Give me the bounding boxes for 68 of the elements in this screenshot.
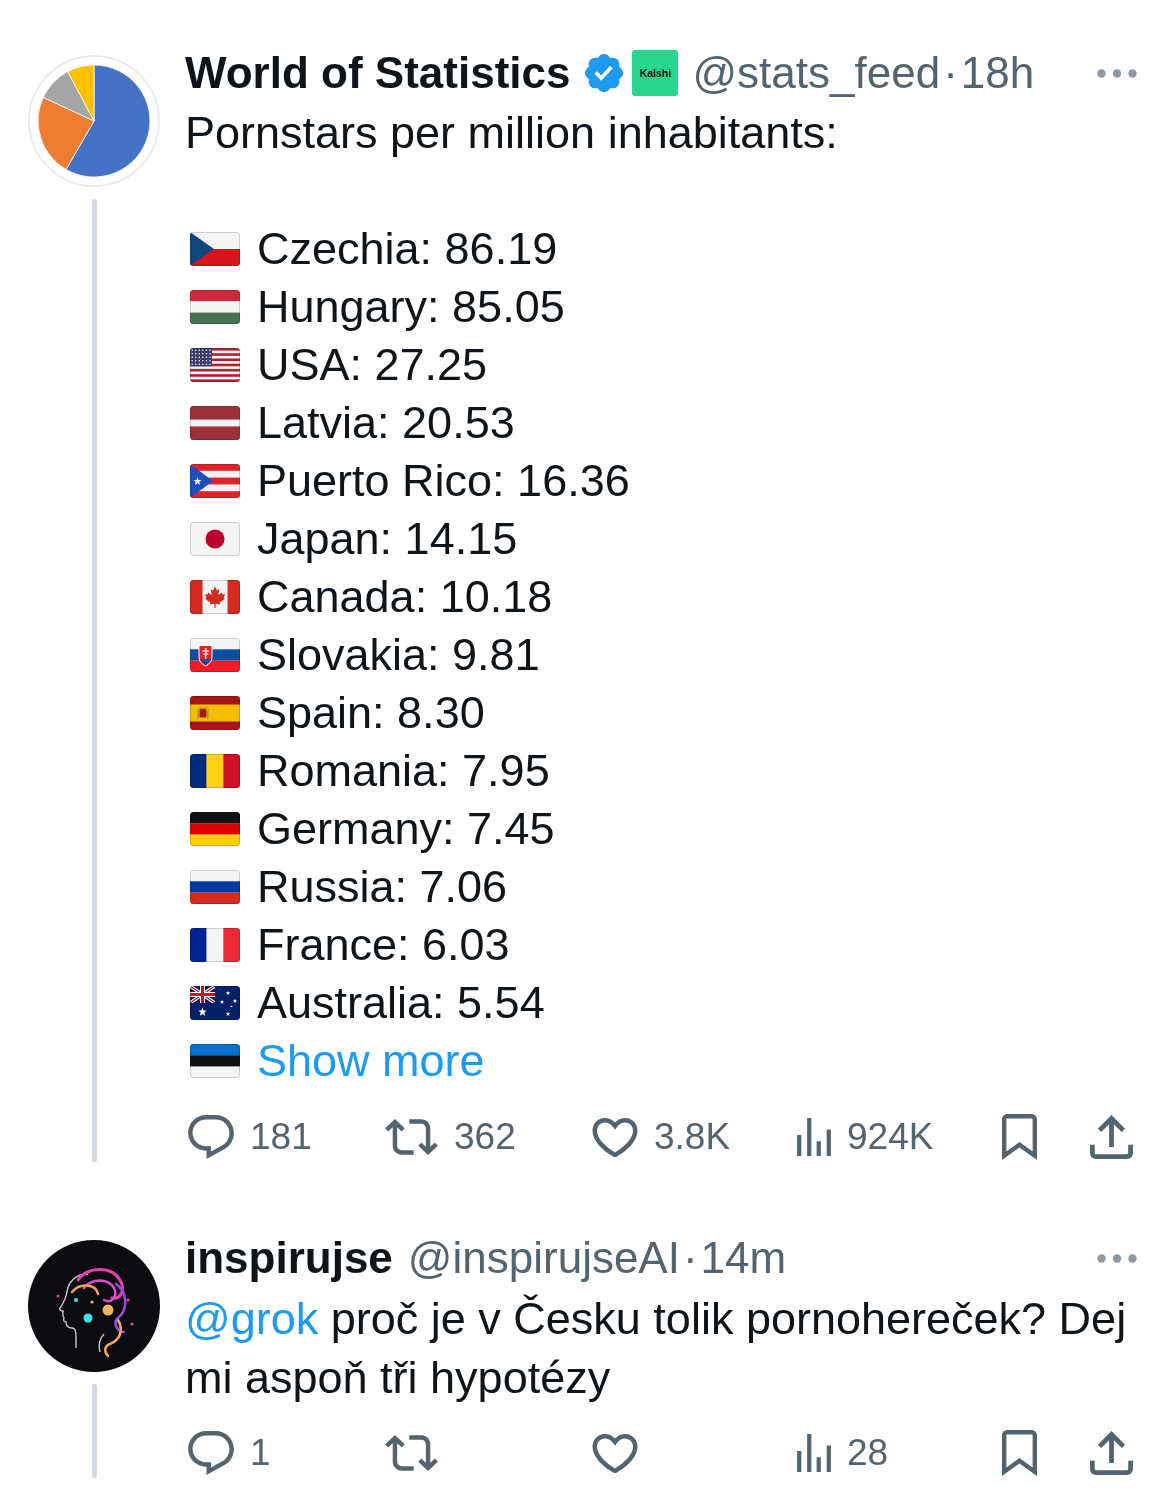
bar-chart-icon xyxy=(797,1118,831,1156)
pie-chart-avatar-drawing[interactable] xyxy=(28,55,160,187)
head-swirl-avatar-drawing[interactable] xyxy=(28,1240,160,1372)
share-button[interactable] xyxy=(1090,1115,1133,1159)
views-button[interactable]: 924K xyxy=(797,1114,934,1160)
japanese-flag-icon xyxy=(190,522,240,556)
us-flag-icon xyxy=(190,348,240,382)
puerto-rican-flag-icon xyxy=(190,464,240,498)
tweet-text: @grok proč je v Česku tolik pornohereček? Dej mi aspoň tři hypotézy xyxy=(185,1292,1128,1405)
stat-line: Puerto Rico: 16.36 xyxy=(257,454,630,508)
more-icon[interactable] xyxy=(1097,68,1137,78)
spanish-flag-icon xyxy=(190,696,240,730)
separator-dot: · xyxy=(943,47,958,99)
stat-line: Romania: 7.95 xyxy=(257,744,550,798)
romanian-flag-icon xyxy=(190,754,240,788)
german-flag-icon xyxy=(190,812,240,846)
slovak-flag-icon xyxy=(190,638,240,672)
speech-bubble-icon xyxy=(188,1115,234,1159)
loop-arrows-icon xyxy=(385,1119,438,1155)
stat-line: France: 6.03 xyxy=(257,918,510,972)
stat-line: Hungary: 85.05 xyxy=(257,280,565,334)
affiliate-badge[interactable]: Kalshi xyxy=(632,50,679,96)
stat-line: USA: 27.25 xyxy=(257,338,488,392)
french-flag-icon xyxy=(190,928,240,962)
stat-line: Australia: 5.54 xyxy=(257,976,545,1030)
stat-line: Japan: 14.15 xyxy=(257,512,518,566)
czech-flag-icon xyxy=(190,232,240,266)
latvian-flag-icon xyxy=(190,406,240,440)
russian-flag-icon xyxy=(190,870,240,904)
reply-button[interactable]: 181 xyxy=(188,1114,312,1160)
repost-button[interactable]: 362 xyxy=(385,1114,516,1160)
bookmark-button[interactable] xyxy=(1002,1114,1037,1160)
bar-chart-icon xyxy=(797,1434,831,1472)
like-button[interactable] xyxy=(592,1433,638,1473)
author-name[interactable]: inspirujse xyxy=(185,1230,393,1286)
australian-flag-icon xyxy=(190,986,240,1020)
loop-arrows-icon xyxy=(385,1435,438,1471)
share-icon xyxy=(1090,1431,1133,1475)
tweet-text: Pornstars per million inhabitants: xyxy=(185,106,839,160)
canadian-flag-icon xyxy=(190,580,240,614)
reply-button[interactable]: 1 xyxy=(188,1430,271,1476)
stat-line: Latvia: 20.53 xyxy=(257,396,515,450)
author-handle[interactable]: @stats_feed xyxy=(692,45,941,101)
stat-line: Germany: 7.45 xyxy=(257,802,555,856)
stat-line: Czechia: 86.19 xyxy=(257,222,558,276)
share-icon xyxy=(1090,1115,1133,1159)
stat-line: Canada: 10.18 xyxy=(257,570,553,624)
bookmark-icon xyxy=(1002,1430,1037,1476)
bookmark-icon xyxy=(1002,1114,1037,1160)
repost-button[interactable] xyxy=(385,1435,438,1471)
separator-dot: · xyxy=(682,1232,698,1284)
stat-line: Slovakia: 9.81 xyxy=(257,628,540,682)
like-button[interactable]: 3.8K xyxy=(592,1114,731,1160)
author-handle[interactable]: @inspirujseAI xyxy=(407,1230,680,1286)
estonian-flag-icon xyxy=(190,1044,240,1078)
stat-line: Spain: 8.30 xyxy=(257,686,485,740)
hungarian-flag-icon xyxy=(190,290,240,324)
views-button[interactable]: 28 xyxy=(797,1430,889,1476)
author-name[interactable]: World of Statistics xyxy=(185,45,571,101)
stat-line: Russia: 7.06 xyxy=(257,860,508,914)
bookmark-button[interactable] xyxy=(1002,1430,1037,1476)
post-time[interactable]: 18h xyxy=(960,45,1035,101)
heart-icon xyxy=(592,1433,638,1473)
share-button[interactable] xyxy=(1090,1431,1133,1475)
speech-bubble-icon xyxy=(188,1431,234,1475)
post-time[interactable]: 14m xyxy=(700,1230,787,1286)
heart-icon xyxy=(592,1117,638,1157)
more-icon[interactable] xyxy=(1097,1253,1137,1263)
